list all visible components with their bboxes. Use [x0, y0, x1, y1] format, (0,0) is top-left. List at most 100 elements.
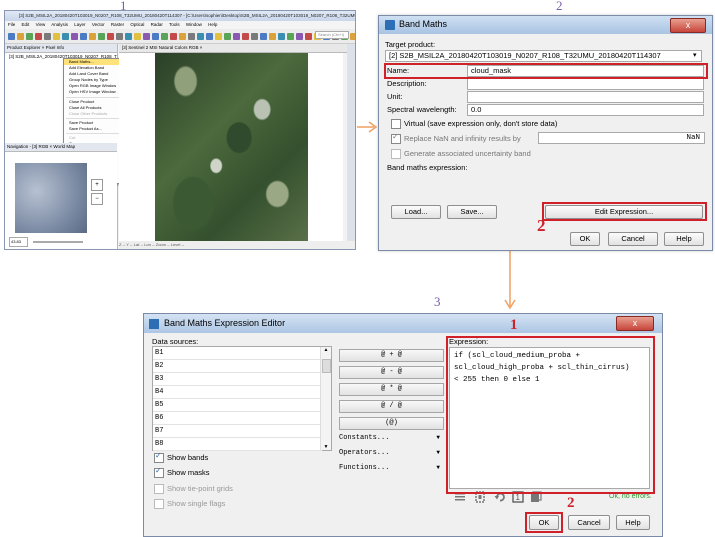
operators-dropdown[interactable]: Operators... ▼: [339, 447, 442, 459]
toolbar-tool-icon[interactable]: [296, 32, 303, 40]
zoom-slider[interactable]: [33, 240, 84, 243]
close-button[interactable]: x: [616, 316, 654, 331]
zoom-in-icon[interactable]: +: [91, 179, 103, 191]
menu-view[interactable]: View: [36, 22, 46, 27]
unit-field[interactable]: [467, 91, 704, 103]
toolbar-tool-icon[interactable]: [62, 32, 69, 40]
replace-nan-checkbox[interactable]: [391, 132, 401, 144]
toolbar-tool-icon[interactable]: [278, 32, 285, 40]
load-button[interactable]: Load...: [391, 205, 441, 219]
toolbar-tool-icon[interactable]: [305, 32, 312, 40]
help-button[interactable]: Help: [664, 232, 704, 246]
toolbar-tool-icon[interactable]: [197, 32, 204, 40]
ok-button[interactable]: OK: [570, 232, 600, 246]
toolbar-tool-icon[interactable]: [251, 32, 258, 40]
menu-tools[interactable]: Tools: [169, 22, 180, 27]
menu-analysis[interactable]: Analysis: [51, 22, 68, 27]
uncertainty-checkbox[interactable]: [391, 149, 401, 159]
toolbar-tool-icon[interactable]: [53, 32, 60, 40]
show-single-flags-checkbox[interactable]: [154, 499, 164, 509]
toolbar-tool-icon[interactable]: [242, 32, 249, 40]
context-menu-item[interactable]: Save Product As...: [64, 126, 124, 132]
toolbar-tool-icon[interactable]: [350, 32, 355, 40]
toolbar-tool-icon[interactable]: [161, 32, 168, 40]
divide-operator-button[interactable]: @ / @: [339, 400, 444, 413]
constants-dropdown[interactable]: Constants... ▼: [339, 432, 442, 444]
toolbar-tool-icon[interactable]: [44, 32, 51, 40]
toolbar-tool-icon[interactable]: [287, 32, 294, 40]
expression-area[interactable]: [385, 176, 702, 200]
data-source-item[interactable]: B2: [153, 360, 322, 373]
data-source-item[interactable]: B3: [153, 373, 322, 386]
toolbar-tool-icon[interactable]: [107, 32, 114, 40]
target-product-select[interactable]: [2] S2B_MSIL2A_20180420T103019_N0207_R10…: [385, 50, 702, 62]
multiply-operator-button[interactable]: @ * @: [339, 383, 444, 396]
scrollbar-thumb[interactable]: [322, 359, 331, 373]
menu-edit[interactable]: Edit: [22, 22, 30, 27]
parenthesis-operator-button[interactable]: (@): [339, 417, 444, 430]
toolbar-tool-icon[interactable]: [143, 32, 150, 40]
toolbar-tool-icon[interactable]: [71, 32, 78, 40]
toolbar-tool-icon[interactable]: [215, 32, 222, 40]
toolbar-tool-icon[interactable]: [269, 32, 276, 40]
menu-raster[interactable]: Raster: [111, 22, 124, 27]
wavelength-field[interactable]: 0.0: [467, 104, 704, 116]
scroll-up-icon[interactable]: ▲: [321, 347, 331, 353]
tab-navigation[interactable]: Navigation - [3] RGB × World Map: [5, 143, 117, 152]
virtual-checkbox[interactable]: [391, 119, 401, 129]
tab-image-view[interactable]: [3] Sentinel 2 MSI Natural Colors RGB ×: [119, 44, 352, 53]
toolbar-tool-icon[interactable]: [224, 32, 231, 40]
menu-optical[interactable]: Optical: [130, 22, 144, 27]
menu-help[interactable]: Help: [208, 22, 217, 27]
toolbar-tool-icon[interactable]: [188, 32, 195, 40]
add-operator-button[interactable]: @ + @: [339, 349, 444, 362]
scroll-down-icon[interactable]: ▼: [321, 444, 331, 450]
help-button[interactable]: Help: [616, 515, 650, 530]
menu-layer[interactable]: Layer: [74, 22, 85, 27]
search-input[interactable]: Search (Ctrl+I): [315, 31, 349, 39]
close-button[interactable]: x: [670, 18, 706, 33]
toolbar-tool-icon[interactable]: [134, 32, 141, 40]
toolbar-tool-icon[interactable]: [260, 32, 267, 40]
toolbar-tool-icon[interactable]: [26, 32, 33, 40]
show-bands-checkbox[interactable]: [154, 451, 164, 463]
toolbar-tool-icon[interactable]: [80, 32, 87, 40]
toolbar-tool-icon[interactable]: [179, 32, 186, 40]
toolbar-tool-icon[interactable]: [206, 32, 213, 40]
data-source-item[interactable]: B5: [153, 399, 322, 412]
show-tiepoint-checkbox[interactable]: [154, 484, 164, 494]
chevron-down-icon[interactable]: ▾: [693, 51, 697, 59]
menu-vector[interactable]: Vector: [92, 22, 105, 27]
tab-product-explorer[interactable]: Product Explorer × Pixel Info: [5, 44, 117, 53]
save-button[interactable]: Save...: [447, 205, 497, 219]
toolbar-tool-icon[interactable]: [233, 32, 240, 40]
toolbar-tool-icon[interactable]: [152, 32, 159, 40]
menu-radar[interactable]: Radar: [151, 22, 163, 27]
menu-file[interactable]: File: [8, 22, 15, 27]
toolbar-tool-icon[interactable]: [125, 32, 132, 40]
satellite-image[interactable]: [155, 53, 308, 241]
data-source-item[interactable]: B8: [153, 438, 322, 451]
data-source-item[interactable]: B1: [153, 347, 322, 360]
replace-nan-field[interactable]: NaN: [538, 132, 705, 144]
toolbar-tool-icon[interactable]: [89, 32, 96, 40]
subtract-operator-button[interactable]: @ - @: [339, 366, 444, 379]
show-masks-checkbox[interactable]: [154, 466, 164, 478]
zoom-value-field[interactable]: 43.83: [9, 237, 28, 247]
scrollbar[interactable]: ▲ ▼: [320, 347, 331, 450]
data-source-item[interactable]: B4: [153, 386, 322, 399]
toolbar-tool-icon[interactable]: [17, 32, 24, 40]
toolbar-tool-icon[interactable]: [35, 32, 42, 40]
context-menu-item[interactable]: Open HSV Image Window: [64, 89, 124, 95]
context-menu-item[interactable]: Close Other Products: [64, 111, 124, 117]
cancel-button[interactable]: Cancel: [568, 515, 610, 530]
toolbar-tool-icon[interactable]: [116, 32, 123, 40]
zoom-out-icon[interactable]: −: [91, 193, 103, 205]
toolbar-tool-icon[interactable]: [98, 32, 105, 40]
toolbar-tool-icon[interactable]: [170, 32, 177, 40]
navigation-thumbnail[interactable]: [15, 163, 87, 233]
menu-window[interactable]: Window: [186, 22, 202, 27]
toolbar-tool-icon[interactable]: [8, 32, 15, 40]
data-source-item[interactable]: B7: [153, 425, 322, 438]
functions-dropdown[interactable]: Functions... ▼: [339, 462, 442, 474]
